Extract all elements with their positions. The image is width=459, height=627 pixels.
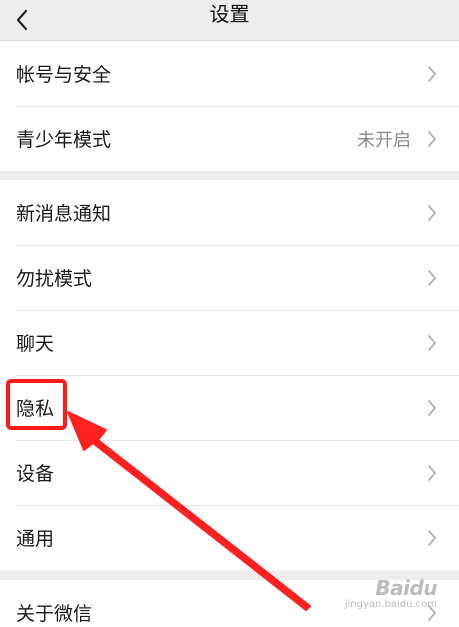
settings-item-devices[interactable]: 设备 (0, 440, 459, 505)
settings-item-do-not-disturb[interactable]: 勿扰模式 (0, 245, 459, 310)
watermark-domain: jingyan.baidu.com (344, 599, 437, 610)
chevron-right-icon (428, 130, 436, 147)
settings-item-teen-mode[interactable]: 青少年模式 未开启 (0, 106, 459, 171)
settings-item-label: 隐私 (16, 398, 55, 420)
chevron-right-icon (428, 399, 436, 416)
settings-item-notifications[interactable]: 新消息通知 (0, 180, 459, 245)
settings-item-label: 帐号与安全 (16, 64, 112, 86)
chevron-right-icon (428, 464, 436, 481)
teen-mode-status: 未开启 (357, 129, 411, 151)
settings-item-privacy[interactable]: 隐私 (0, 375, 459, 440)
settings-group-general: 新消息通知 勿扰模式 聊天 隐私 设备 通用 (0, 180, 459, 570)
settings-item-general[interactable]: 通用 (0, 505, 459, 570)
watermark-brand: Baidu (375, 576, 437, 600)
settings-item-label: 设备 (16, 463, 55, 485)
settings-item-label: 新消息通知 (16, 203, 112, 225)
chevron-right-icon (428, 204, 436, 221)
page-title: 设置 (209, 2, 250, 26)
settings-item-account-security[interactable]: 帐号与安全 (0, 41, 459, 106)
settings-group-account: 帐号与安全 青少年模式 未开启 (0, 41, 459, 171)
settings-item-label: 勿扰模式 (16, 268, 93, 290)
chevron-right-icon (428, 269, 436, 286)
settings-item-label: 通用 (16, 528, 55, 550)
navigation-bar: 设置 (0, 0, 459, 41)
watermark: Baidu jingyan.baidu.com (337, 576, 438, 610)
chevron-right-icon (428, 65, 436, 82)
settings-item-label: 聊天 (16, 333, 55, 355)
settings-item-label: 青少年模式 (16, 129, 112, 151)
settings-item-chat[interactable]: 聊天 (0, 310, 459, 375)
chevron-right-icon (428, 529, 436, 546)
annotation-highlight-box (6, 379, 67, 430)
chevron-right-icon (428, 334, 436, 351)
